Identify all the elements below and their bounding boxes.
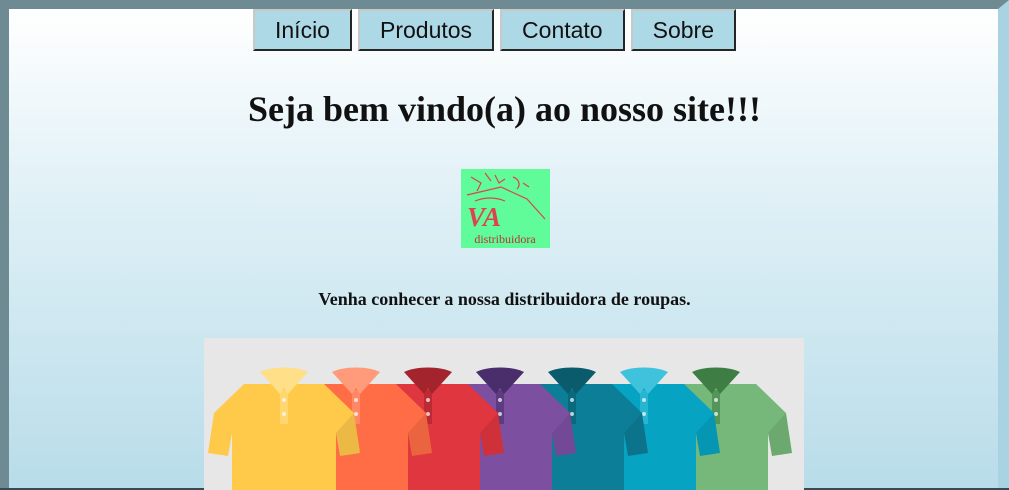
page-title: Seja bem vindo(a) ao nosso site!!! xyxy=(248,89,761,129)
main-nav: Início Produtos Contato Sobre xyxy=(0,9,989,51)
nav-sobre-button[interactable]: Sobre xyxy=(630,9,736,51)
nav-contato-button[interactable]: Contato xyxy=(500,9,625,51)
tagline: Venha conhecer a nossa distribuidora de … xyxy=(318,289,691,309)
nav-produtos-button[interactable]: Produtos xyxy=(357,9,495,51)
logo-graphic: VA distribuidora xyxy=(466,172,546,246)
nav-inicio-button[interactable]: Início xyxy=(253,9,352,51)
shirts-banner-image xyxy=(204,338,804,490)
logo-word: distribuidora xyxy=(474,232,536,246)
logo-letters: VA xyxy=(467,202,501,232)
shirts-graphic xyxy=(208,367,792,490)
va-distribuidora-logo: VA distribuidora xyxy=(461,169,550,248)
